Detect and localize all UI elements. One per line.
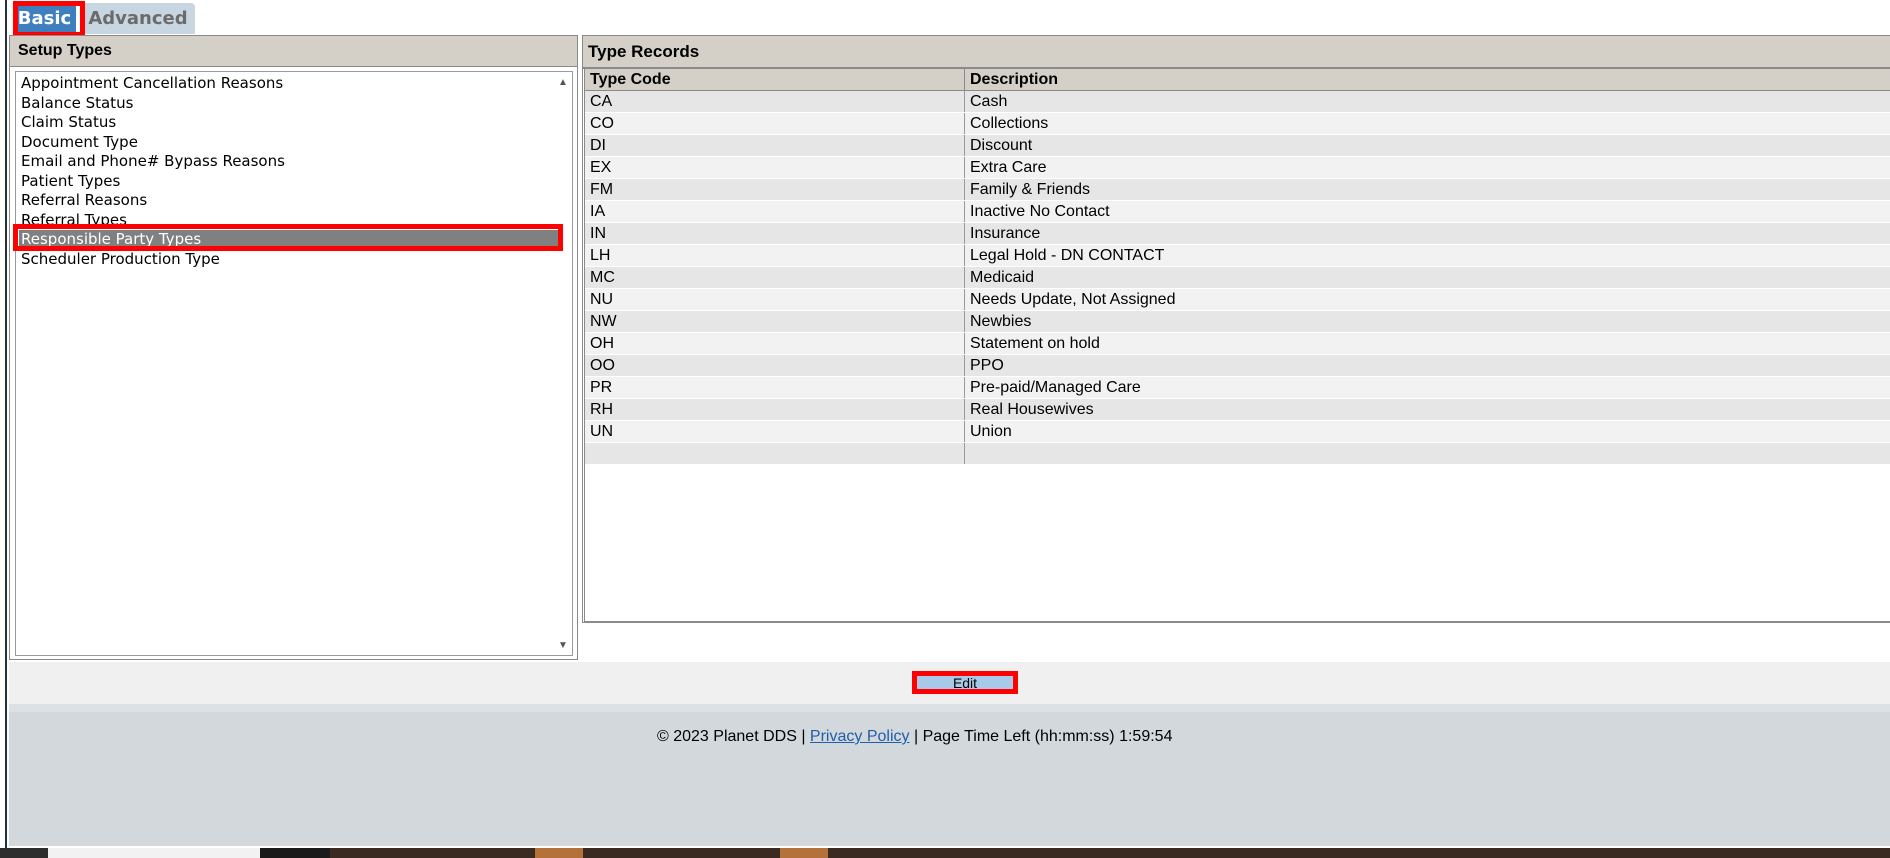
description-cell: Pre-paid/Managed Care bbox=[964, 376, 1890, 399]
description-cell: Legal Hold - DN CONTACT bbox=[964, 244, 1890, 267]
setup-type-item[interactable]: Balance Status bbox=[19, 94, 563, 113]
table-header-row: Type Code Description bbox=[585, 69, 1890, 91]
scroll-down-arrow-icon[interactable]: ▼ bbox=[557, 639, 569, 651]
table-row[interactable]: LH Legal Hold - DN CONTACT bbox=[585, 244, 1890, 267]
page-time-value: 1:59:54 bbox=[1119, 728, 1173, 745]
type-code-cell: DI bbox=[585, 134, 965, 157]
setup-types-panel: Setup Types ▲ ▼ Appointment Cancellation… bbox=[9, 35, 578, 660]
column-header-description[interactable]: Description bbox=[964, 69, 1890, 91]
footer-separator: | bbox=[913, 728, 919, 745]
type-code-cell: NU bbox=[585, 288, 965, 311]
table-row[interactable]: MC Medicaid bbox=[585, 266, 1890, 289]
description-cell: Family & Friends bbox=[964, 178, 1890, 201]
tab-basic[interactable]: Basic bbox=[13, 3, 76, 34]
description-cell: Newbies bbox=[964, 310, 1890, 333]
type-code-cell: RH bbox=[585, 398, 965, 421]
table-row[interactable]: NW Newbies bbox=[585, 310, 1890, 333]
type-code-cell: LH bbox=[585, 244, 965, 267]
description-cell: Statement on hold bbox=[964, 332, 1890, 355]
description-cell: Cash bbox=[964, 90, 1890, 113]
description-cell: Insurance bbox=[964, 222, 1890, 245]
setup-type-item[interactable]: Responsible Party Types bbox=[19, 230, 563, 249]
setup-type-item[interactable]: Appointment Cancellation Reasons bbox=[19, 74, 563, 93]
type-code-cell: EX bbox=[585, 156, 965, 179]
tab-advanced[interactable]: Advanced bbox=[81, 3, 195, 34]
type-code-cell: MC bbox=[585, 266, 965, 289]
description-cell: Needs Update, Not Assigned bbox=[964, 288, 1890, 311]
description-cell: Union bbox=[964, 420, 1890, 443]
type-records-table: Type Code Description CA Cash CO Collection… bbox=[585, 69, 1890, 465]
type-code-cell: CA bbox=[585, 90, 965, 113]
type-code-cell: CO bbox=[585, 112, 965, 135]
type-code-cell: IA bbox=[585, 200, 965, 223]
table-row[interactable]: OO PPO bbox=[585, 354, 1890, 377]
type-code-cell: IN bbox=[585, 222, 965, 245]
type-code-cell: OO bbox=[585, 354, 965, 377]
type-code-cell bbox=[585, 442, 965, 465]
privacy-policy-link[interactable]: Privacy Policy bbox=[810, 728, 910, 745]
taskbar-strip bbox=[0, 848, 1890, 858]
empty-table-row[interactable] bbox=[585, 442, 1890, 465]
table-row[interactable]: CA Cash bbox=[585, 90, 1890, 113]
button-bar: Edit bbox=[9, 662, 1890, 704]
table-row[interactable]: IA Inactive No Contact bbox=[585, 200, 1890, 223]
table-row[interactable]: OH Statement on hold bbox=[585, 332, 1890, 355]
description-cell: Medicaid bbox=[964, 266, 1890, 289]
description-cell: PPO bbox=[964, 354, 1890, 377]
description-cell: Collections bbox=[964, 112, 1890, 135]
setup-type-item[interactable]: Referral Types bbox=[19, 211, 563, 230]
description-cell: Extra Care bbox=[964, 156, 1890, 179]
taskbar-segment bbox=[535, 848, 583, 858]
setup-types-header: Setup Types bbox=[10, 36, 577, 67]
type-records-grid: Type Code Description CA Cash CO Collection… bbox=[584, 68, 1890, 622]
setup-type-item[interactable]: Email and Phone# Bypass Reasons bbox=[19, 152, 563, 171]
table-row[interactable]: NU Needs Update, Not Assigned bbox=[585, 288, 1890, 311]
setup-types-listbox[interactable]: ▲ ▼ Appointment Cancellation Reasons Bala… bbox=[15, 71, 573, 656]
table-row[interactable]: DI Discount bbox=[585, 134, 1890, 157]
table-row[interactable]: IN Insurance bbox=[585, 222, 1890, 245]
type-records-panel: Type Records Type Code Description CA Cas… bbox=[582, 35, 1890, 623]
setup-type-item[interactable]: Claim Status bbox=[19, 113, 563, 132]
type-code-cell: FM bbox=[585, 178, 965, 201]
table-row[interactable]: PR Pre-paid/Managed Care bbox=[585, 376, 1890, 399]
taskbar-segment bbox=[260, 848, 330, 858]
type-code-cell: UN bbox=[585, 420, 965, 443]
setup-type-item[interactable]: Patient Types bbox=[19, 172, 563, 191]
window-left-border bbox=[5, 0, 7, 850]
footer-text: © 2023 Planet DDS | Privacy Policy | Pag… bbox=[657, 728, 1172, 746]
type-code-cell: PR bbox=[585, 376, 965, 399]
setup-type-item[interactable]: Referral Reasons bbox=[19, 191, 563, 210]
setup-type-item[interactable]: Scheduler Production Type bbox=[19, 250, 563, 269]
page-time-label: Page Time Left (hh:mm:ss) bbox=[922, 728, 1115, 745]
taskbar-segment bbox=[780, 848, 828, 858]
edit-button[interactable]: Edit bbox=[912, 671, 1018, 694]
description-cell: Real Housewives bbox=[964, 398, 1890, 421]
taskbar-segment bbox=[48, 848, 260, 858]
type-code-cell: OH bbox=[585, 332, 965, 355]
column-header-type-code[interactable]: Type Code bbox=[585, 69, 965, 91]
type-code-cell: NW bbox=[585, 310, 965, 333]
table-row[interactable]: CO Collections bbox=[585, 112, 1890, 135]
type-records-header: Type Records bbox=[583, 36, 1890, 69]
taskbar-segment bbox=[0, 848, 48, 858]
table-row[interactable]: FM Family & Friends bbox=[585, 178, 1890, 201]
copyright-text: © 2023 Planet DDS | bbox=[657, 728, 806, 745]
description-cell: Inactive No Contact bbox=[964, 200, 1890, 223]
description-cell: Discount bbox=[964, 134, 1890, 157]
setup-type-item[interactable]: Document Type bbox=[19, 133, 563, 152]
table-row[interactable]: EX Extra Care bbox=[585, 156, 1890, 179]
description-cell bbox=[964, 442, 1890, 465]
footer: © 2023 Planet DDS | Privacy Policy | Pag… bbox=[9, 704, 1890, 846]
table-row[interactable]: UN Union bbox=[585, 420, 1890, 443]
table-row[interactable]: RH Real Housewives bbox=[585, 398, 1890, 421]
